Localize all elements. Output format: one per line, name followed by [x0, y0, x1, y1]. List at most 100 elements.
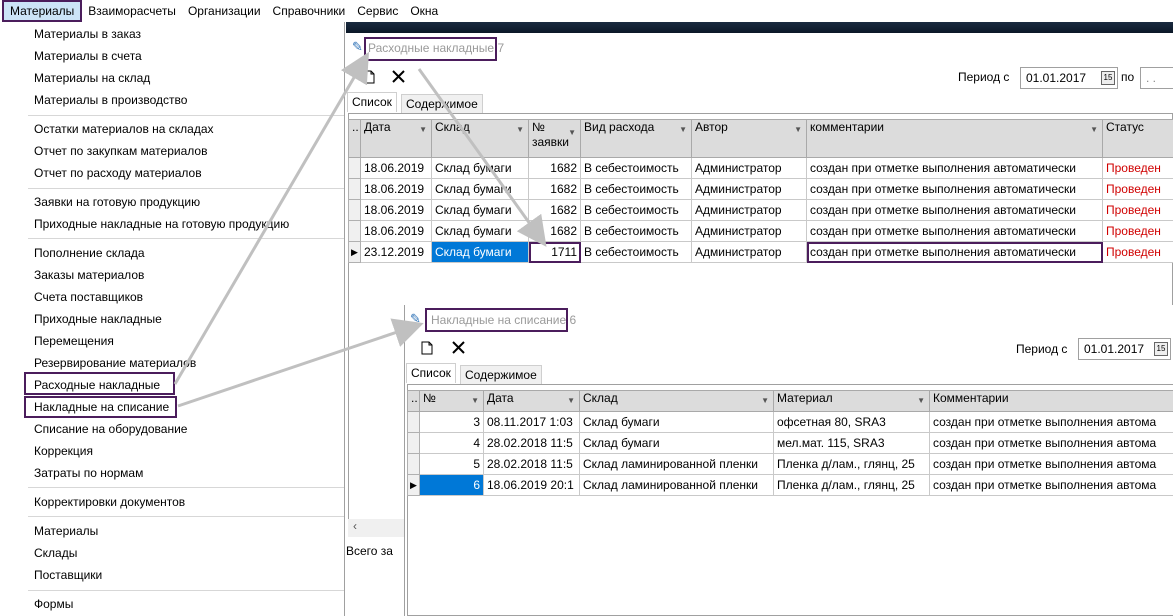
cell-date[interactable]: 23.12.2019 [360, 241, 432, 263]
cell-warehouse[interactable]: Склад бумаги [431, 178, 529, 200]
current-row-arrow-icon[interactable]: ▶ [348, 241, 361, 263]
cell-comments[interactable]: создан при отметке выполнения автома [929, 411, 1173, 433]
cell-status[interactable]: Проведен [1102, 157, 1173, 179]
menu-item-correction[interactable]: Коррекция [34, 440, 93, 462]
cell-warehouse[interactable]: Склад ламинированной пленки [579, 474, 774, 496]
table-row[interactable]: 18.06.2019 Склад бумаги 1682 В себестоим… [348, 178, 1173, 200]
current-row-arrow-icon[interactable]: ▶ [407, 474, 420, 496]
cell-comments[interactable]: создан при отметке выполнения автоматиче… [806, 241, 1103, 263]
cell-status[interactable]: Проведен [1102, 220, 1173, 242]
menu-references[interactable]: Справочники [267, 0, 352, 22]
calendar-icon[interactable]: 15 [1154, 342, 1168, 356]
menu-item-norm-costs[interactable]: Затраты по нормам [34, 462, 143, 484]
table-row[interactable]: 18.06.2019 Склад бумаги 1682 В себестоим… [348, 157, 1173, 179]
menu-item-receipt-invoices[interactable]: Приходные накладные [34, 308, 162, 330]
menu-windows[interactable]: Окна [404, 0, 444, 22]
table-row[interactable]: 18.06.2019 Склад бумаги 1682 В себестоим… [348, 220, 1173, 242]
cell-author[interactable]: Администратор [691, 157, 807, 179]
cell-date[interactable]: 18.06.2019 20:1 [483, 474, 580, 496]
table-row-selected[interactable]: ▶ 23.12.2019 Склад бумаги 1711 В себесто… [348, 241, 1173, 263]
cell-comments[interactable]: создан при отметке выполнения автоматиче… [806, 178, 1103, 200]
cell-date[interactable]: 18.06.2019 [360, 199, 432, 221]
calendar-icon[interactable]: 15 [1101, 71, 1115, 85]
period-from-field[interactable]: 01.01.2017 15 [1020, 67, 1118, 89]
table-row[interactable]: 4 28.02.2018 11:5 Склад бумаги мел.мат. … [407, 432, 1173, 454]
cell-material[interactable]: мел.мат. 115, SRA3 [773, 432, 930, 454]
menu-item-equipment-writeoff[interactable]: Списание на оборудование [34, 418, 187, 440]
cell-request-no[interactable]: 1682 [528, 199, 581, 221]
cell-number[interactable]: 5 [419, 453, 484, 475]
menu-item-materials[interactable]: Материалы [34, 520, 98, 542]
menu-item-transfers[interactable]: Перемещения [34, 330, 114, 352]
cell-request-no[interactable]: 1682 [528, 178, 581, 200]
cell-number[interactable]: 3 [419, 411, 484, 433]
col-header-warehouse[interactable]: Склад ▼ [431, 119, 529, 158]
col-header-date[interactable]: Дата ▼ [360, 119, 432, 158]
cell-status[interactable]: Проведен [1102, 199, 1173, 221]
cell-warehouse[interactable]: Склад бумаги [431, 199, 529, 221]
menu-item-doc-corrections[interactable]: Корректировки документов [34, 491, 185, 513]
cell-author[interactable]: Администратор [691, 199, 807, 221]
cell-author[interactable]: Администратор [691, 178, 807, 200]
col-header-material[interactable]: Материал ▼ [773, 390, 930, 412]
col-header-status[interactable]: Статус [1102, 119, 1173, 158]
cell-expense-type[interactable]: В себестоимость [580, 157, 692, 179]
scroll-left-icon[interactable]: ‹ [353, 519, 357, 533]
row-selector-header[interactable]: .. [407, 390, 420, 412]
col-header-author[interactable]: Автор ▼ [691, 119, 807, 158]
cell-number[interactable]: 6 [419, 474, 484, 496]
cell-expense-type[interactable]: В себестоимость [580, 241, 692, 263]
menu-item-warehouses[interactable]: Склады [34, 542, 77, 564]
cell-request-no[interactable]: 1682 [528, 220, 581, 242]
menu-materials[interactable]: Материалы [2, 0, 83, 22]
table-row[interactable]: 18.06.2019 Склад бумаги 1682 В себестоим… [348, 199, 1173, 221]
menu-item-materials-to-order[interactable]: Материалы в заказ [34, 23, 141, 45]
cell-comments[interactable]: создан при отметке выполнения автоматиче… [806, 199, 1103, 221]
cell-comments[interactable]: создан при отметке выполнения автома [929, 432, 1173, 454]
row-indicator[interactable] [348, 199, 361, 221]
period-to-field[interactable]: . . [1140, 67, 1173, 89]
menu-service[interactable]: Сервис [351, 0, 404, 22]
menu-item-forms[interactable]: Формы [34, 593, 73, 615]
menu-item-consumption-report[interactable]: Отчет по расходу материалов [34, 162, 202, 184]
horizontal-scrollbar[interactable]: ‹ [348, 519, 408, 537]
cell-warehouse[interactable]: Склад бумаги [579, 432, 774, 454]
tab-contents[interactable]: Содержимое [401, 94, 483, 114]
col-header-number[interactable]: № ▼ [419, 390, 484, 412]
cell-comments[interactable]: создан при отметке выполнения автоматиче… [806, 157, 1103, 179]
table-row-selected[interactable]: ▶ 6 18.06.2019 20:1 Склад ламинированной… [407, 474, 1173, 496]
cell-expense-type[interactable]: В себестоимость [580, 178, 692, 200]
cell-request-no[interactable]: 1682 [528, 157, 581, 179]
col-header-comments[interactable]: комментарии ▼ [806, 119, 1103, 158]
cell-warehouse[interactable]: Склад бумаги [579, 411, 774, 433]
cell-warehouse[interactable]: Склад ламинированной пленки [579, 453, 774, 475]
col-header-expense-type[interactable]: Вид расхода ▼ [580, 119, 692, 158]
table-row[interactable]: 3 08.11.2017 1:03 Склад бумаги офсетная … [407, 411, 1173, 433]
cell-date[interactable]: 28.02.2018 11:5 [483, 453, 580, 475]
menu-item-materials-to-invoices[interactable]: Материалы в счета [34, 45, 142, 67]
cell-material[interactable]: Пленка д/лам., глянц, 25 [773, 453, 930, 475]
cell-status[interactable]: Проведен [1102, 178, 1173, 200]
tab-list[interactable]: Список [406, 363, 456, 383]
cell-date[interactable]: 18.06.2019 [360, 220, 432, 242]
menu-item-material-orders[interactable]: Заказы материалов [34, 264, 144, 286]
cell-author[interactable]: Администратор [691, 220, 807, 242]
cell-material[interactable]: офсетная 80, SRA3 [773, 411, 930, 433]
row-indicator[interactable] [348, 220, 361, 242]
cell-warehouse[interactable]: Склад бумаги [431, 241, 529, 263]
cell-comments[interactable]: создан при отметке выполнения автома [929, 453, 1173, 475]
col-header-date[interactable]: Дата ▼ [483, 390, 580, 412]
row-indicator[interactable] [348, 178, 361, 200]
menu-organizations[interactable]: Организации [182, 0, 267, 22]
cell-date[interactable]: 18.06.2019 [360, 157, 432, 179]
row-selector-header[interactable]: .. [348, 119, 361, 158]
period-from-field[interactable]: 01.01.2017 15 [1078, 338, 1171, 360]
cell-comments[interactable]: создан при отметке выполнения автоматиче… [806, 220, 1103, 242]
menu-item-finished-requests[interactable]: Заявки на готовую продукцию [34, 191, 200, 213]
menu-item-materials-to-warehouse[interactable]: Материалы на склад [34, 67, 150, 89]
cell-date[interactable]: 18.06.2019 [360, 178, 432, 200]
row-indicator[interactable] [348, 157, 361, 179]
col-header-comments[interactable]: Комментарии [929, 390, 1173, 412]
cell-material[interactable]: Пленка д/лам., глянц, 25 [773, 474, 930, 496]
cell-request-no[interactable]: 1711 [528, 241, 581, 263]
